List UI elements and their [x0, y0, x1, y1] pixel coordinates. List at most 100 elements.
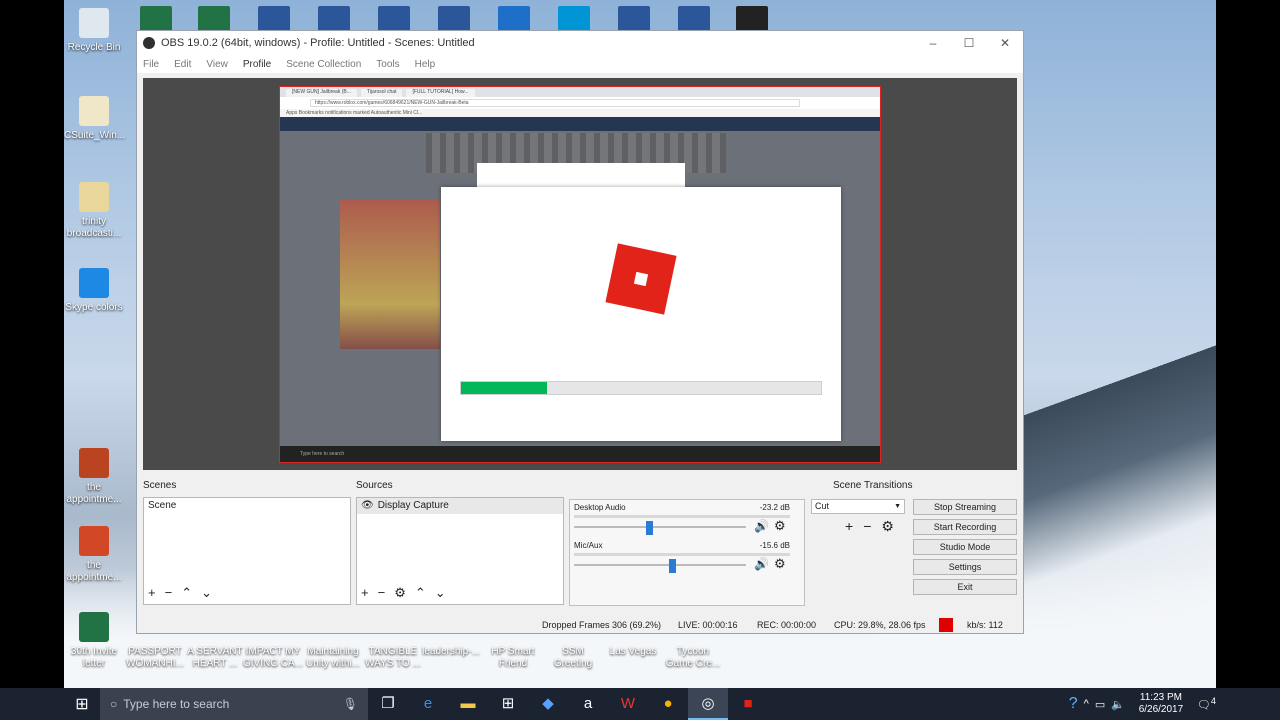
word-icon[interactable]	[618, 6, 650, 32]
volume-meter	[574, 515, 790, 518]
menu-edit[interactable]: Edit	[174, 59, 191, 70]
menu-view[interactable]: View	[206, 59, 228, 70]
desktop-icon-ssm-greeting[interactable]: SSM Greeting	[542, 646, 604, 670]
menu-help[interactable]: Help	[415, 59, 436, 70]
desktop-icon-30th-invite[interactable]: 30th Invite letter	[64, 612, 124, 670]
add-icon[interactable]: +	[845, 518, 853, 535]
roblox-taskbar-icon[interactable]: ■	[728, 688, 768, 720]
volume-slider[interactable]: 🔊 ⚙	[574, 518, 790, 535]
speaker-icon[interactable]: 🔈	[1111, 698, 1125, 711]
taskbar-search[interactable]: ○ Type here to search 🎙	[100, 688, 368, 720]
desktop-icon-servant-heart[interactable]: A SERVANT HEART ...	[184, 646, 246, 670]
chrome-icon[interactable]: ●	[648, 688, 688, 720]
notification-icon[interactable]: 🗨4	[1197, 696, 1216, 712]
menu-tools[interactable]: Tools	[376, 59, 399, 70]
wps-icon[interactable]: W	[608, 688, 648, 720]
gear-icon[interactable]: ⚙	[774, 518, 786, 534]
letterbox-right	[1216, 0, 1280, 688]
scene-item[interactable]: Scene	[144, 498, 350, 514]
transition-select[interactable]: Cut ▼	[811, 499, 905, 514]
start-recording-button[interactable]: Start Recording	[913, 519, 1017, 535]
word-icon[interactable]	[258, 6, 290, 32]
mic-icon[interactable]: 🎙	[343, 697, 358, 711]
chevron-up-icon[interactable]: ^	[1084, 698, 1089, 710]
desktop-icon-skype-colors[interactable]: Skype colors	[64, 268, 124, 314]
gear-icon[interactable]: ⚙	[881, 518, 894, 535]
taskbar: ⊞ ○ Type here to search 🎙 ❐ e ▬ ⊞ ◆ a W …	[0, 688, 1280, 720]
store-icon[interactable]: ⊞	[488, 688, 528, 720]
move-down-icon[interactable]: ⌄	[201, 585, 212, 601]
channel-name: Mic/Aux	[574, 541, 603, 550]
file-explorer-icon[interactable]: ▬	[448, 688, 488, 720]
desktop-icon-las-vegas[interactable]: Las Vegas	[602, 646, 664, 658]
status-bar: Dropped Frames 306 (69.2%) LIVE: 00:00:1…	[137, 615, 1023, 635]
move-down-icon[interactable]: ⌄	[435, 585, 446, 601]
settings-button[interactable]: Settings	[913, 559, 1017, 575]
source-item[interactable]: 👁 Display Capture	[357, 498, 563, 514]
folder-icon	[79, 96, 109, 126]
transitions-title: Scene Transitions	[833, 480, 913, 491]
move-up-icon[interactable]: ⌃	[181, 585, 192, 601]
title-bar[interactable]: OBS 19.0.2 (64bit, windows) - Profile: U…	[137, 31, 1023, 55]
publisher-icon[interactable]	[198, 6, 230, 32]
hp-icon[interactable]	[558, 6, 590, 32]
word-icon[interactable]	[318, 6, 350, 32]
desktop-icon-trinity[interactable]: trinity broadcasti...	[64, 182, 124, 240]
desktop-icon-maintaining-unity[interactable]: Maintaining Unity withi...	[302, 646, 364, 670]
word-icon[interactable]	[678, 6, 710, 32]
menu-file[interactable]: File	[143, 59, 159, 70]
recycle-bin-icon	[79, 8, 109, 38]
add-icon[interactable]: +	[148, 585, 156, 601]
remove-icon[interactable]: −	[165, 585, 173, 601]
audio-mixer: Desktop Audio -23.2 dB 🔊 ⚙ Mic/Aux -15.6 d…	[569, 499, 805, 606]
desktop-icon-impact[interactable]: IMPACT MY GIVING CA...	[242, 646, 304, 670]
desktop-icon-hp-smart-friend[interactable]: HP Smart Friend	[482, 646, 544, 670]
task-view-icon[interactable]: ❐	[368, 688, 408, 720]
eye-icon[interactable]: 👁	[361, 498, 374, 514]
desktop-icon-appointment-1[interactable]: the appointme...	[64, 448, 124, 506]
gear-icon[interactable]: ⚙	[774, 556, 786, 572]
speaker-icon[interactable]: 🔊	[754, 557, 769, 571]
desktop-icon-csuite[interactable]: CSuite_Win...	[64, 96, 125, 142]
studio-mode-button[interactable]: Studio Mode	[913, 539, 1017, 555]
start-button[interactable]: ⊞	[64, 694, 100, 714]
slider-knob[interactable]	[668, 559, 676, 573]
add-icon[interactable]: +	[361, 585, 369, 601]
desktop-icon-tycoon[interactable]: Tycoon Game Cre...	[662, 646, 724, 670]
desktop-icon-leadership[interactable]: leadership-...	[420, 646, 482, 658]
network-icon[interactable]: ▭	[1095, 698, 1105, 711]
desktop-icon-label: 30th Invite letter	[70, 646, 118, 669]
minimize-button[interactable]: –	[915, 36, 951, 50]
desktop-icon-tangible[interactable]: TANGIBLE WAYS TO ...	[362, 646, 424, 670]
stop-streaming-button[interactable]: Stop Streaming	[913, 499, 1017, 515]
speaker-icon[interactable]: 🔊	[754, 519, 769, 533]
clock[interactable]: 11:23 PM 6/26/2017	[1131, 692, 1191, 716]
move-up-icon[interactable]: ⌃	[415, 585, 426, 601]
slider-knob[interactable]	[646, 521, 654, 535]
desktop-icon-recycle-bin[interactable]: Recycle Bin	[64, 8, 124, 54]
remove-icon[interactable]: −	[378, 585, 386, 601]
close-button[interactable]: ✕	[987, 36, 1023, 50]
volume-slider[interactable]: 🔊 ⚙	[574, 556, 790, 573]
remove-icon[interactable]: −	[863, 518, 871, 535]
obs-taskbar-icon[interactable]: ◎	[688, 688, 728, 720]
edge-icon[interactable]	[498, 6, 530, 32]
word-icon[interactable]	[438, 6, 470, 32]
dropbox-icon[interactable]: ◆	[528, 688, 568, 720]
maximize-button[interactable]: ☐	[951, 36, 987, 50]
media-player-icon[interactable]	[736, 6, 768, 32]
help-icon[interactable]: ?	[1069, 695, 1078, 713]
letterbox-left	[0, 0, 64, 688]
desktop-icon-passport[interactable]: PASSPORT WOMANHI...	[124, 646, 186, 670]
desktop-icon-appointment-2[interactable]: the appointme...	[64, 526, 124, 584]
desktop-icon-label: the appointme...	[66, 482, 122, 505]
publisher-icon[interactable]	[140, 6, 172, 32]
edge-icon[interactable]: e	[408, 688, 448, 720]
menu-profile[interactable]: Profile	[243, 59, 271, 70]
captured-browser-tabs: [NEW GUN] Jailbreak (B... Tijarosol chat…	[280, 87, 880, 97]
menu-scene-collection[interactable]: Scene Collection	[286, 59, 361, 70]
amazon-icon[interactable]: a	[568, 688, 608, 720]
gear-icon[interactable]: ⚙	[394, 585, 406, 601]
word-icon[interactable]	[378, 6, 410, 32]
exit-button[interactable]: Exit	[913, 579, 1017, 595]
